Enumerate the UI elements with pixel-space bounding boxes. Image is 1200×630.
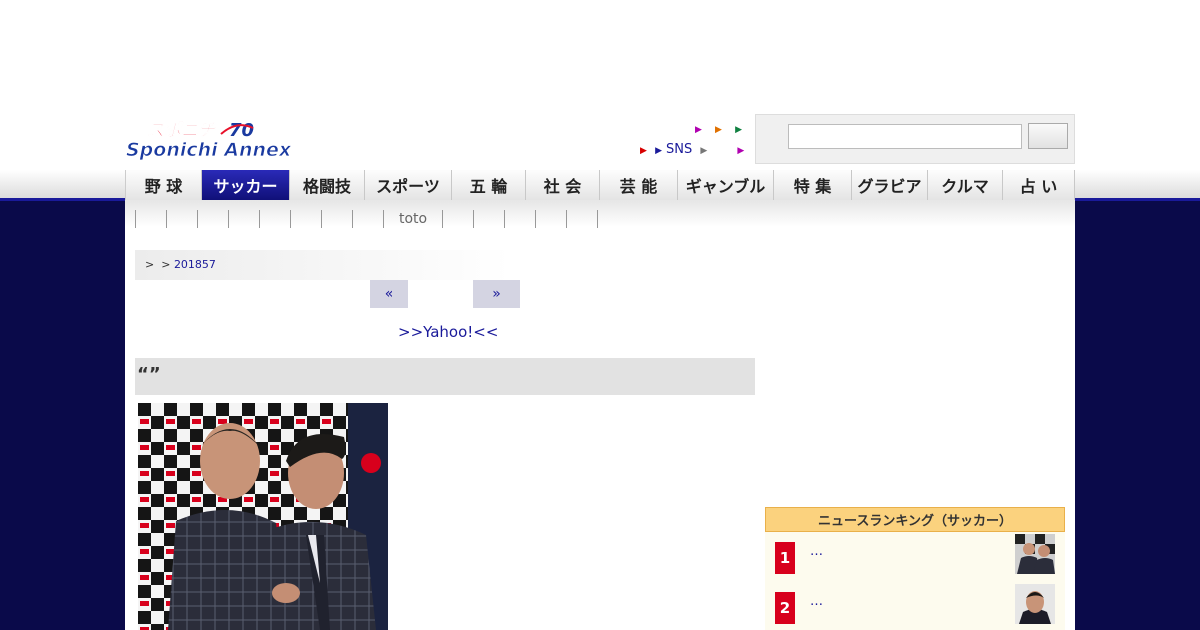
article-headline: “” bbox=[135, 358, 755, 395]
triangle-icon[interactable]: ▶ bbox=[700, 146, 707, 156]
nav-item-cars[interactable]: クルマ bbox=[928, 170, 1003, 200]
sub-nav-separator bbox=[597, 210, 599, 228]
triangle-icon[interactable]: ▶ bbox=[735, 125, 742, 135]
ranking-title: ニュースランキング（サッカー） bbox=[765, 507, 1065, 532]
search-box bbox=[755, 114, 1075, 164]
triangle-icon[interactable]: ▶ bbox=[640, 146, 647, 156]
sub-nav-toto[interactable]: toto bbox=[399, 211, 427, 227]
logo-kana: スポニチ bbox=[147, 121, 216, 141]
main-panel: toto > > 201857 « » >>Yahoo!<< “” ニュースラン… bbox=[125, 200, 1075, 630]
sub-nav-separator bbox=[197, 210, 198, 228]
breadcrumb-separator: > bbox=[161, 258, 171, 271]
triangle-icon[interactable]: ▶ bbox=[737, 146, 744, 156]
sub-nav-separator bbox=[566, 210, 568, 228]
breadcrumb-date[interactable]: 201857 bbox=[174, 258, 216, 271]
ranking-number: 1 bbox=[775, 542, 795, 574]
ranking-thumbnail[interactable] bbox=[1015, 534, 1055, 574]
yahoo-link[interactable]: >>Yahoo!<< bbox=[398, 323, 498, 341]
header-links-row2: ▶ ▶ SNS ▶ ▶ bbox=[640, 142, 748, 157]
sub-nav-separator bbox=[352, 210, 353, 228]
sub-nav-separator bbox=[535, 210, 537, 228]
nav-item-special[interactable]: 特 集 bbox=[774, 170, 852, 200]
sub-nav-separator bbox=[166, 210, 167, 228]
prev-article-button[interactable]: « bbox=[370, 280, 408, 308]
search-button[interactable] bbox=[1028, 123, 1068, 149]
nav-item-fighting[interactable]: 格闘技 bbox=[290, 170, 365, 200]
ranking-thumbnail[interactable] bbox=[1015, 584, 1055, 624]
nav-item-fortune[interactable]: 占 い bbox=[1003, 170, 1075, 200]
sub-nav-separator bbox=[259, 210, 260, 228]
breadcrumb: > > 201857 bbox=[135, 250, 510, 280]
svg-text:70: 70 bbox=[229, 120, 254, 141]
breadcrumb-separator: > bbox=[145, 258, 155, 271]
triangle-icon[interactable]: ▶ bbox=[695, 125, 702, 135]
sponichi-logo[interactable]: スポニチ 70 Sponichi Annex bbox=[125, 114, 320, 164]
ranking-number: 2 bbox=[775, 592, 795, 624]
nav-item-entertainment[interactable]: 芸 能 bbox=[600, 170, 678, 200]
sub-nav-separator bbox=[473, 210, 475, 228]
header-links-row1: ▶ ▶ ▶ bbox=[686, 121, 742, 136]
ranking-link[interactable]: … bbox=[810, 594, 823, 609]
logo-text: Sponichi Annex bbox=[126, 139, 292, 161]
nav-item-olympics[interactable]: 五 輪 bbox=[452, 170, 526, 200]
article-photo[interactable] bbox=[138, 403, 388, 630]
next-article-button[interactable]: » bbox=[473, 280, 520, 308]
sub-nav-row: toto bbox=[135, 210, 628, 228]
sns-link[interactable]: SNS bbox=[666, 142, 692, 157]
search-input[interactable] bbox=[788, 124, 1022, 149]
nav-item-soccer[interactable]: サッカー bbox=[202, 170, 290, 200]
nav-item-gamble[interactable]: ギャンブル bbox=[678, 170, 774, 200]
nav-item-baseball[interactable]: 野 球 bbox=[126, 170, 202, 200]
triangle-icon: ▶ bbox=[655, 146, 662, 156]
sub-nav-separator bbox=[228, 210, 229, 228]
header-links: ▶ ▶ ▶ ▶ ▶ SNS ▶ ▶ bbox=[600, 118, 750, 164]
ranking-link[interactable]: … bbox=[810, 544, 823, 559]
sub-nav-separator bbox=[442, 210, 444, 228]
global-nav: 野 球 サッカー 格闘技 スポーツ 五 輪 社 会 芸 能 ギャンブル 特 集 … bbox=[125, 170, 1075, 200]
sub-nav-separator bbox=[290, 210, 291, 228]
sub-nav-separator bbox=[321, 210, 322, 228]
sub-nav-separator bbox=[135, 210, 136, 228]
sub-nav-separator bbox=[504, 210, 506, 228]
nav-item-gravure[interactable]: グラビア bbox=[852, 170, 928, 200]
sub-nav-separator bbox=[383, 210, 384, 228]
triangle-icon[interactable]: ▶ bbox=[715, 125, 722, 135]
ranking-item[interactable]: 2 … bbox=[765, 582, 1065, 627]
nav-item-society[interactable]: 社 会 bbox=[526, 170, 600, 200]
ranking-list: 1 … 2 … bbox=[765, 532, 1065, 630]
sub-nav: toto bbox=[125, 200, 1075, 238]
nav-item-sports[interactable]: スポーツ bbox=[365, 170, 452, 200]
ranking-item[interactable]: 1 … bbox=[765, 532, 1065, 577]
